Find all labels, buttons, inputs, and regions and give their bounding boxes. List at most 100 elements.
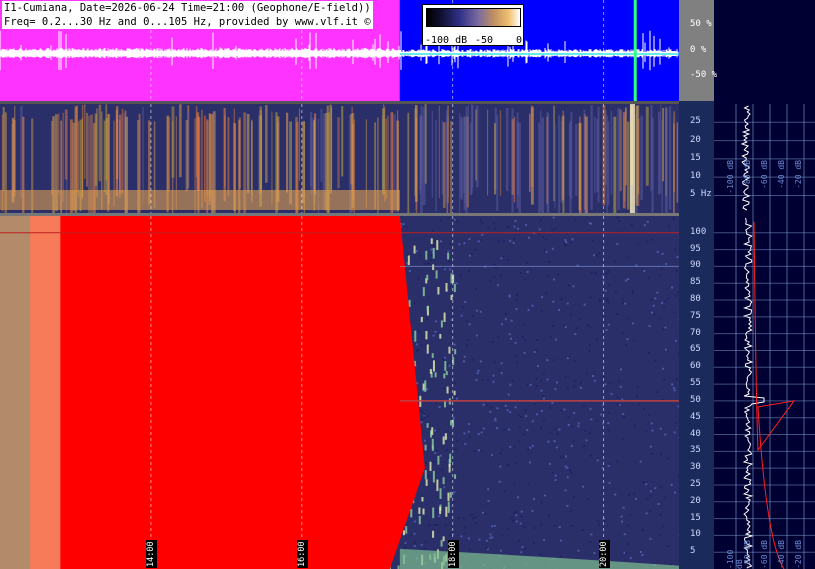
spec2-noise xyxy=(564,239,567,242)
spec2-noise xyxy=(520,510,523,513)
spec2-noise xyxy=(517,413,520,416)
spec2-noise xyxy=(546,378,549,381)
spec2-noise xyxy=(629,514,632,517)
spec2-noise xyxy=(515,510,518,513)
y-tick-label: 5 xyxy=(690,546,696,557)
spec2-noise xyxy=(430,254,433,257)
spec2-noise xyxy=(551,401,554,404)
spec2-edge xyxy=(439,488,442,499)
spec2-noise xyxy=(582,404,585,407)
spec1-streak xyxy=(465,106,468,213)
spec2-noise xyxy=(616,312,619,315)
spec2-noise xyxy=(660,452,663,455)
spec1-streak xyxy=(594,117,596,194)
spec1-streak xyxy=(94,113,98,186)
spec2-noise xyxy=(542,372,545,375)
spec2-noise xyxy=(590,533,593,536)
spec2-noise xyxy=(651,452,654,455)
spec2-noise xyxy=(425,318,428,321)
spec2-noise xyxy=(652,304,655,307)
spec1-streak xyxy=(541,117,545,213)
spec2-noise xyxy=(627,493,630,496)
spec2-noise xyxy=(456,220,459,223)
spec2-noise xyxy=(514,341,517,344)
spec1-streak xyxy=(583,109,586,213)
profile-trace-low xyxy=(740,105,751,211)
spec2-noise xyxy=(649,490,652,493)
spec2-edge xyxy=(440,320,443,328)
spec2-noise xyxy=(463,432,466,435)
spec2-noise xyxy=(476,372,479,375)
spec2-noise xyxy=(508,333,511,336)
spec2-noise xyxy=(464,526,467,529)
spec2-noise xyxy=(434,330,437,333)
spec1-streak xyxy=(575,123,578,197)
spec2-noise xyxy=(573,360,576,363)
spec2-edge xyxy=(432,470,435,483)
spec2-noise xyxy=(524,338,527,341)
spec2-noise xyxy=(570,444,573,447)
spec2-noise xyxy=(467,430,470,433)
spec2-noise xyxy=(494,227,497,230)
spec2-noise xyxy=(519,522,522,525)
spec1-streak xyxy=(51,121,54,196)
profile-tick-label: -80 dB xyxy=(743,540,752,569)
spec2-noise xyxy=(499,452,502,455)
spec2-noise xyxy=(654,487,657,490)
spec2-noise xyxy=(553,524,556,527)
spec2-noise xyxy=(495,427,498,430)
spec1-streak xyxy=(607,121,610,206)
spec1-streak xyxy=(142,106,144,204)
spec2-noise xyxy=(633,424,636,427)
spec2-noise xyxy=(594,272,597,275)
spec2-noise xyxy=(507,393,510,396)
spec2-noise xyxy=(408,269,411,272)
spec2-noise xyxy=(535,339,538,342)
spec2-noise xyxy=(418,330,421,333)
spec2-noise xyxy=(663,378,666,381)
spec2-noise xyxy=(503,490,506,493)
spec1-streak xyxy=(329,104,332,194)
spec2-noise xyxy=(618,380,621,383)
spec2-edge xyxy=(418,507,421,514)
spec2-noise xyxy=(500,274,503,277)
spec1-streak xyxy=(470,104,473,194)
spec2-edge xyxy=(453,390,456,396)
spec2-noise xyxy=(651,429,654,432)
spec2-noise xyxy=(485,539,488,542)
spec2-noise xyxy=(547,274,550,277)
spec2-edge xyxy=(432,530,435,538)
spec2-noise xyxy=(450,342,453,345)
spec2-noise xyxy=(616,242,619,245)
spec2-noise xyxy=(509,411,512,414)
spec2-noise xyxy=(501,448,504,451)
spec2-edge xyxy=(431,445,434,451)
y-tick-label: 95 xyxy=(690,243,701,254)
spec1-streak xyxy=(81,118,83,200)
spec2-noise xyxy=(563,408,566,411)
spec2-edge xyxy=(432,507,435,519)
spec1-streak xyxy=(493,123,496,195)
spec2-noise xyxy=(487,499,490,502)
spec2-noise xyxy=(659,317,662,320)
spec2-noise xyxy=(654,359,657,362)
spec2-noise xyxy=(523,351,526,354)
spec2-noise xyxy=(582,444,585,447)
spec2-noise xyxy=(413,302,416,305)
spec2-noise xyxy=(459,274,462,277)
spec2-edge xyxy=(422,287,425,297)
spec2-noise xyxy=(464,300,467,303)
time-tick-label: 18:00 xyxy=(447,540,459,568)
spec2-noise xyxy=(541,216,544,219)
spec2-noise xyxy=(608,284,611,287)
y-tick-label: -50 % xyxy=(690,69,718,80)
spec2-edge xyxy=(448,463,451,473)
spec2-noise xyxy=(491,536,494,539)
spec2-noise xyxy=(445,449,448,452)
y-tick-label: 55 xyxy=(690,378,701,389)
spec2-noise xyxy=(509,337,512,340)
spec1-streak xyxy=(206,120,209,198)
spec2-noise xyxy=(658,274,661,277)
spec2-noise xyxy=(468,323,471,326)
spec2-noise xyxy=(426,262,429,265)
